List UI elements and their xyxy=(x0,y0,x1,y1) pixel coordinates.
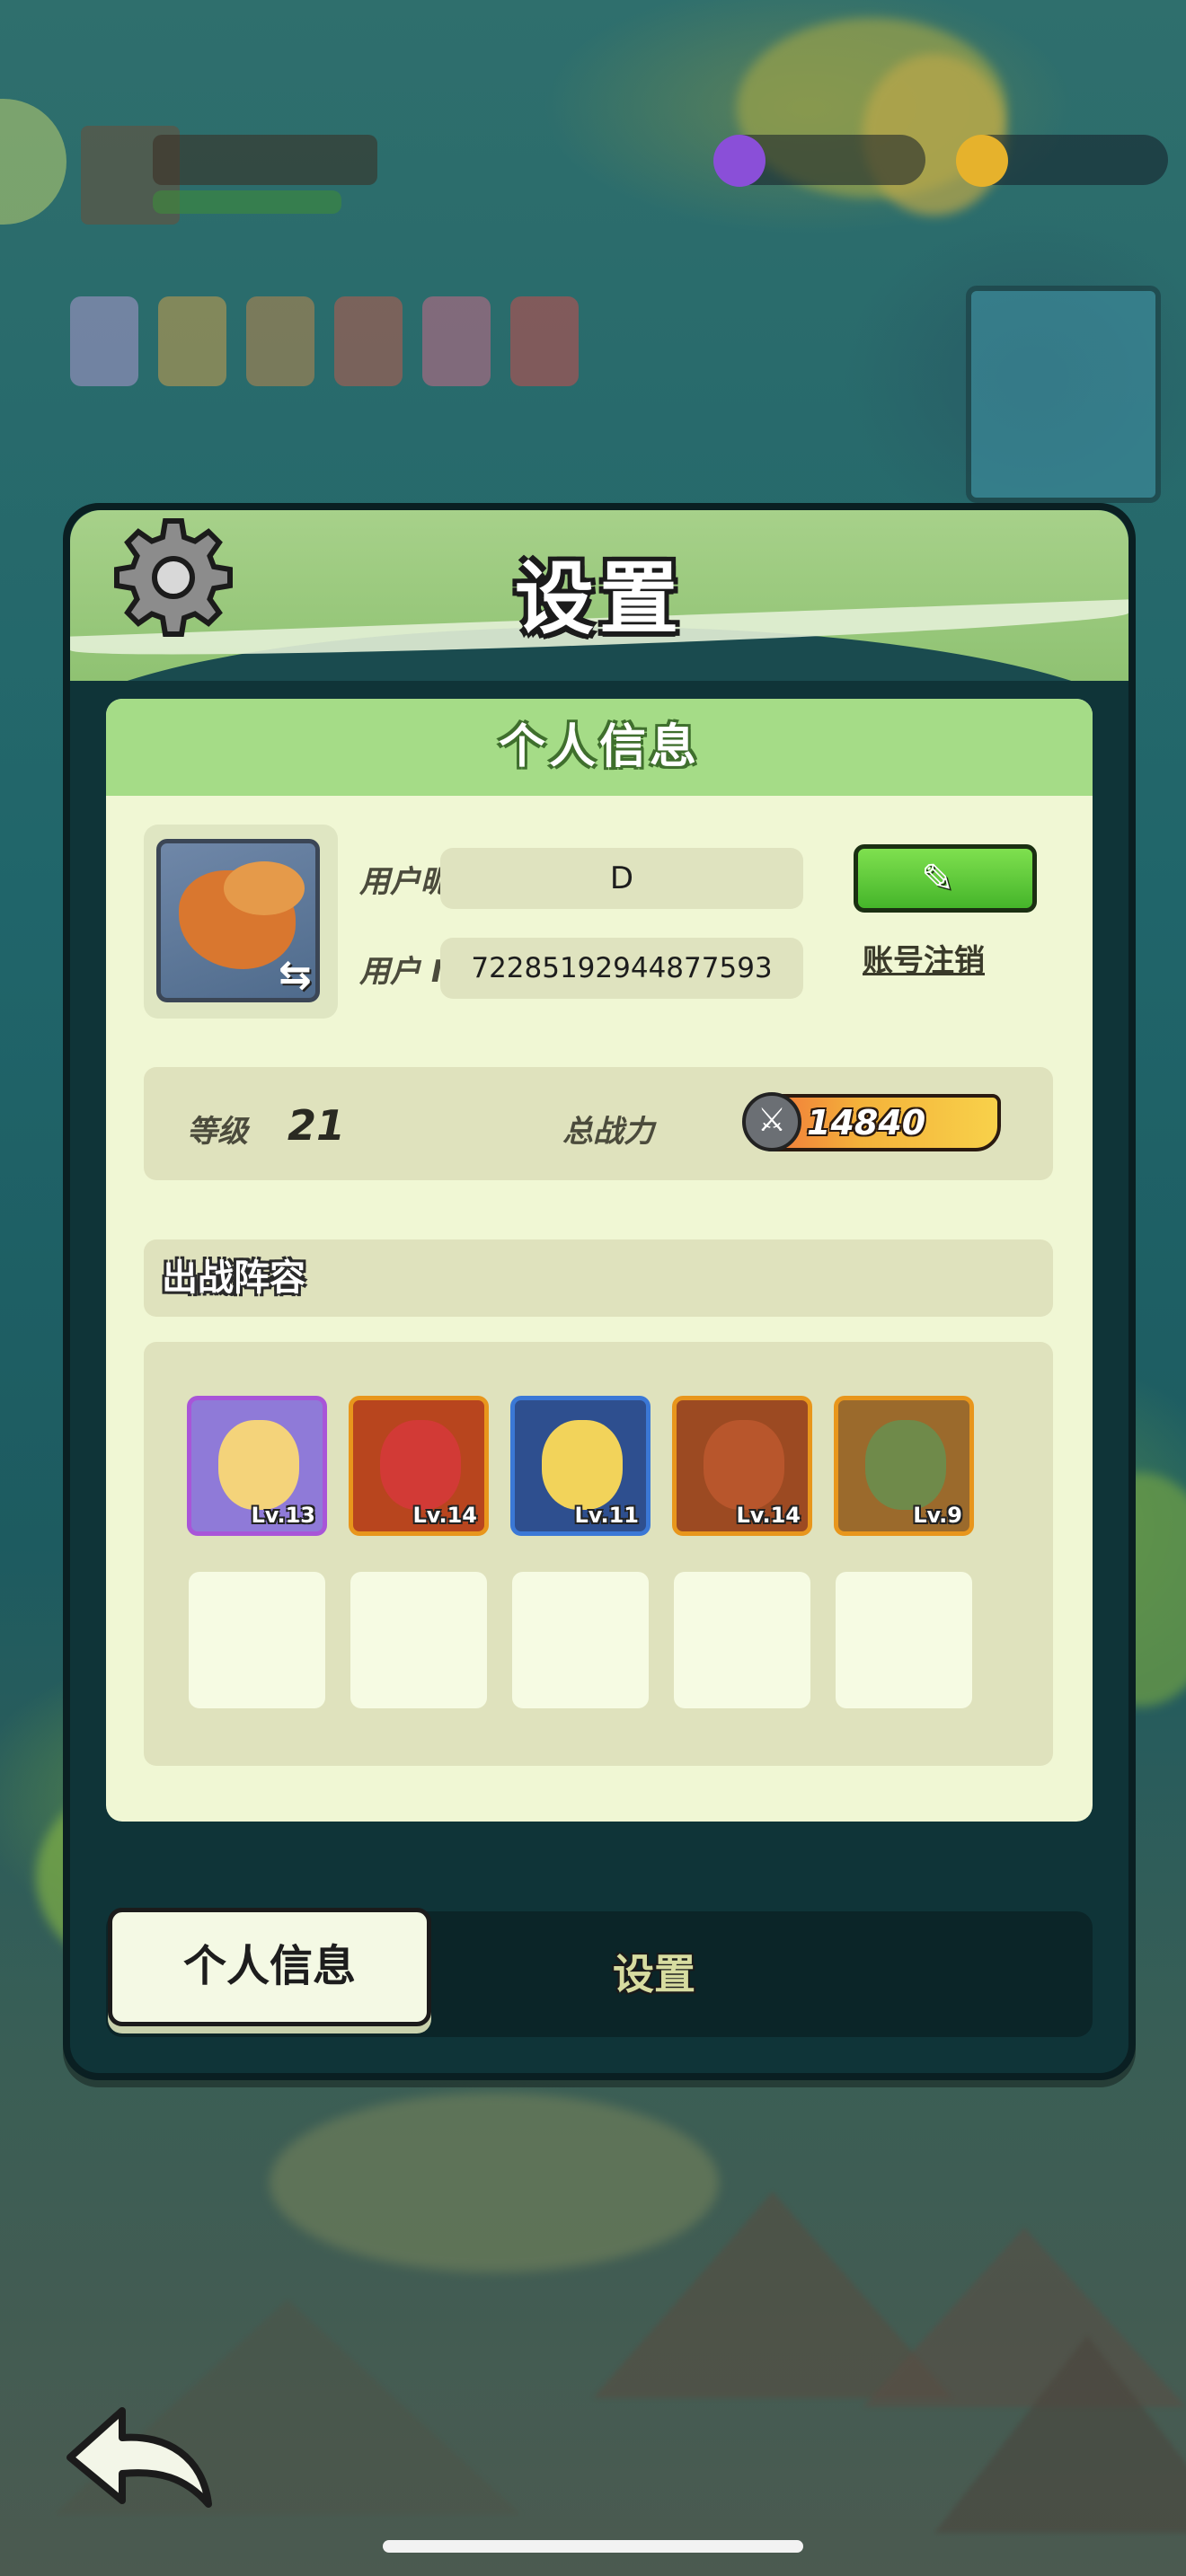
hero-card-5[interactable]: Lv.9 xyxy=(834,1396,974,1536)
hero-portrait xyxy=(218,1420,299,1510)
avatar[interactable]: ⇆ xyxy=(156,839,320,1002)
avatar-creature-head xyxy=(224,861,305,915)
resource-gems xyxy=(713,135,925,187)
hero-level: Lv.14 xyxy=(736,1503,801,1528)
power-value: 14840 xyxy=(807,1103,926,1142)
crossed-swords-icon: ⚔ xyxy=(742,1092,801,1151)
tab-settings[interactable]: 设置 xyxy=(537,1911,771,2037)
empty-slot[interactable] xyxy=(512,1572,649,1708)
resource-gold xyxy=(956,135,1168,187)
profile-card-header: 个人信息 xyxy=(106,699,1093,796)
power-label: 总战力 xyxy=(562,1114,654,1150)
hero-portrait xyxy=(865,1420,946,1510)
hero-portrait xyxy=(380,1420,461,1510)
tab-bar: 个人信息 设置 xyxy=(106,1908,1093,2037)
avatar-frame[interactable]: ⇆ xyxy=(144,825,338,1019)
stats-row: 等级 21 总战力 ⚔ 14840 xyxy=(144,1067,1053,1180)
hero-level: Lv.13 xyxy=(251,1503,316,1528)
empty-slot[interactable] xyxy=(674,1572,810,1708)
home-indicator[interactable] xyxy=(383,2540,803,2553)
hero-card-4[interactable]: Lv.14 xyxy=(672,1396,812,1536)
hero-portrait xyxy=(542,1420,623,1510)
hero-level: Lv.11 xyxy=(574,1503,640,1528)
hud-exp-bar xyxy=(153,190,341,214)
profile-card: 个人信息 ⇆ 用户昵称 D ✎ 用户 ID 72285192944877593 … xyxy=(106,699,1093,1822)
deregister-account-link[interactable]: 账号注销 xyxy=(863,936,985,980)
empty-slot[interactable] xyxy=(350,1572,487,1708)
pencil-icon: ✎ xyxy=(921,856,954,902)
nickname-field: D xyxy=(440,848,803,909)
level-label: 等级 xyxy=(187,1114,248,1150)
hero-card-2[interactable]: Lv.14 xyxy=(349,1396,489,1536)
edit-nickname-button[interactable]: ✎ xyxy=(854,844,1037,913)
minimap xyxy=(966,286,1161,503)
hero-card-3[interactable]: Lv.11 xyxy=(510,1396,651,1536)
hero-level: Lv.9 xyxy=(913,1503,962,1528)
hud-name-bar xyxy=(153,135,377,185)
settings-panel: 设置 个人信息 ⇆ 用户昵称 D ✎ 用户 ID 722851929448775… xyxy=(63,503,1136,2080)
hero-level: Lv.14 xyxy=(412,1503,478,1528)
userid-field: 72285192944877593 xyxy=(440,938,803,999)
back-arrow-icon[interactable] xyxy=(59,2395,221,2511)
lineup-grid: Lv.13 Lv.14 Lv.11 Lv.14 Lv.9 xyxy=(144,1342,1053,1766)
lineup-title: 出战阵容 xyxy=(144,1239,1053,1317)
level-value: 21 xyxy=(288,1101,346,1150)
panel-title: 设置 xyxy=(514,552,684,645)
empty-slot[interactable] xyxy=(189,1572,325,1708)
swap-icon[interactable]: ⇆ xyxy=(279,952,312,998)
tab-profile[interactable]: 个人信息 xyxy=(108,1908,431,2026)
empty-slot[interactable] xyxy=(836,1572,972,1708)
hero-portrait xyxy=(704,1420,784,1510)
hero-card-1[interactable]: Lv.13 xyxy=(187,1396,327,1536)
power-badge: ⚔ 14840 xyxy=(742,1092,1001,1151)
